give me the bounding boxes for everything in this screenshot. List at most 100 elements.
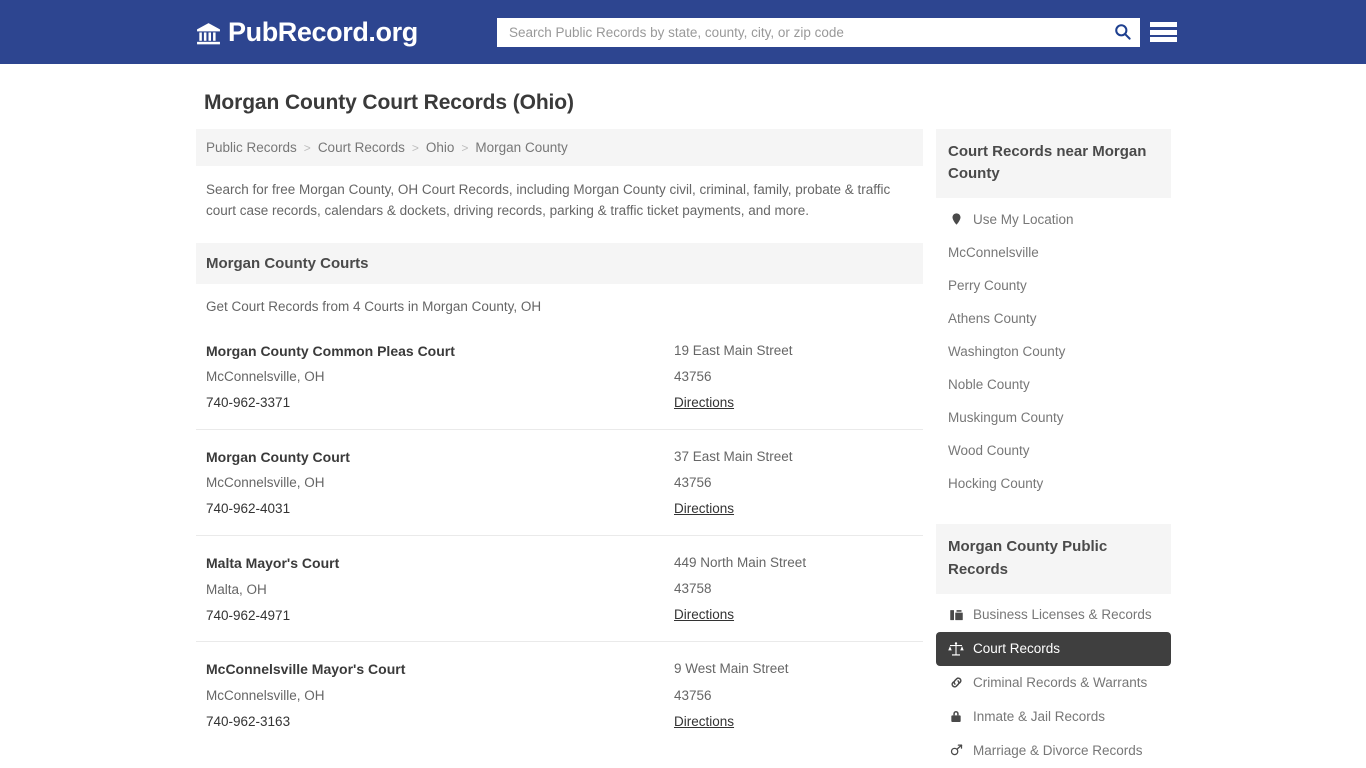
court-phone[interactable]: 740-962-4971 [206,608,290,623]
lock-icon [948,709,964,725]
sidebar-item-label: McConnelsville [948,245,1039,261]
sidebar-item-label: Noble County [948,377,1030,393]
sidebar-item-label: Athens County [948,311,1037,327]
breadcrumb-separator: > [461,140,469,155]
sidebar-item-use-my-location[interactable]: Use My Location [936,202,1171,236]
sidebar-item-inmate-jail-records[interactable]: Inmate & Jail Records [936,700,1171,734]
search-button[interactable] [1104,18,1140,47]
table-row: McConnelsville Mayor's Court McConnelsvi… [196,642,923,747]
court-street: 9 West Main Street [674,661,789,677]
court-city: McConnelsville, OH [206,475,325,491]
court-city: McConnelsville, OH [206,687,325,703]
sidebar-item-wood-county[interactable]: Wood County [936,434,1171,467]
site-logo[interactable]: PubRecord.org [196,16,418,47]
sidebar-item-label: Muskingum County [948,410,1064,426]
sidebar-item-label: Wood County [948,443,1030,459]
sidebar-item-mcconnelsville[interactable]: McConnelsville [936,236,1171,269]
section-heading-courts: Morgan County Courts [196,243,923,285]
court-details: McConnelsville Mayor's Court McConnelsvi… [206,656,674,734]
court-zip: 43756 [674,369,712,385]
directions-link[interactable]: Directions [674,390,734,416]
court-zip: 43758 [674,581,712,597]
court-address: 19 East Main Street 43756 Directions [674,338,913,416]
directions-link[interactable]: Directions [674,602,734,628]
breadcrumb-item-court-records[interactable]: Court Records [318,140,405,155]
breadcrumb-item-public-records[interactable]: Public Records [206,140,297,155]
sidebar-item-court-records[interactable]: Court Records [936,631,1171,666]
court-phone[interactable]: 740-962-3371 [206,395,290,410]
table-row: Malta Mayor's Court Malta, OH 740-962-49… [196,536,923,643]
court-city: Malta, OH [206,581,267,597]
directions-link[interactable]: Directions [674,496,734,522]
sidebar-item-label: Use My Location [973,211,1074,227]
breadcrumb: Public Records > Court Records > Ohio > … [196,129,923,166]
sidebar-item-label: Hocking County [948,476,1044,492]
table-row: Morgan County Court McConnelsville, OH 7… [196,430,923,537]
link-chain-icon [948,675,964,691]
court-zip: 43756 [674,687,712,703]
court-zip: 43756 [674,475,712,491]
court-name: Morgan County Common Pleas Court [206,343,455,360]
sidebar-item-label: Business Licenses & Records [973,607,1152,623]
main-column: Public Records > Court Records > Ohio > … [196,129,923,768]
court-phone[interactable]: 740-962-4031 [206,501,290,516]
sidebar-public-records-list: Business Licenses & Records Court Record… [936,594,1171,768]
breadcrumb-item-morgan-county[interactable]: Morgan County [475,140,567,155]
section-subheading-courts: Get Court Records from 4 Courts in Morga… [206,299,542,315]
court-address: 37 East Main Street 43756 Directions [674,444,913,522]
content-area: Public Records > Court Records > Ohio > … [196,129,1190,768]
court-name: McConnelsville Mayor's Court [206,661,406,678]
sidebar-item-label: Inmate & Jail Records [973,709,1106,725]
court-address: 9 West Main Street 43756 Directions [674,656,913,734]
page-body: Morgan County Court Records (Ohio) Publi… [0,91,1366,768]
sidebar-item-label: Court Records [973,641,1061,657]
search-icon [1113,22,1132,44]
sidebar-item-criminal-records[interactable]: Criminal Records & Warrants [936,666,1171,700]
breadcrumb-item-ohio[interactable]: Ohio [426,140,455,155]
court-name: Malta Mayor's Court [206,555,340,572]
page-title: Morgan County Court Records (Ohio) [204,91,574,114]
page-description: Search for free Morgan County, OH Court … [206,182,891,218]
sidebar: Court Records near Morgan County Use My … [936,129,1171,768]
sidebar-item-business-licenses[interactable]: Business Licenses & Records [936,598,1171,632]
sidebar-nearby-list: Use My Location McConnelsville Perry Cou… [936,198,1171,500]
breadcrumb-separator: > [303,140,311,155]
court-list: Morgan County Common Pleas Court McConne… [196,324,923,748]
search-input[interactable] [497,18,1104,47]
sidebar-item-muskingum-county[interactable]: Muskingum County [936,401,1171,434]
sidebar-item-hocking-county[interactable]: Hocking County [936,467,1171,500]
court-street: 449 North Main Street [674,555,807,571]
sidebar-item-athens-county[interactable]: Athens County [936,302,1171,335]
search-bar [497,18,1140,47]
sidebar-public-records-block: Morgan County Public Records Business Li… [936,524,1171,767]
court-address: 449 North Main Street 43758 Directions [674,550,913,628]
site-header: PubRecord.org [0,0,1366,64]
court-details: Morgan County Court McConnelsville, OH 7… [206,444,674,522]
sidebar-item-marriage-divorce-records[interactable]: Marriage & Divorce Records [936,734,1171,768]
scales-of-justice-icon [948,641,964,657]
sidebar-item-label: Washington County [948,344,1066,360]
sidebar-heading-public-records: Morgan County Public Records [936,524,1171,594]
sidebar-item-perry-county[interactable]: Perry County [936,269,1171,302]
sidebar-item-label: Marriage & Divorce Records [973,743,1143,759]
briefcase-icon [948,607,964,623]
directions-link[interactable]: Directions [674,709,734,735]
court-street: 37 East Main Street [674,449,793,465]
court-phone[interactable]: 740-962-3163 [206,714,290,729]
court-name: Morgan County Court [206,449,350,466]
bank-building-icon [196,21,221,46]
sidebar-item-label: Perry County [948,278,1027,294]
hamburger-menu-icon[interactable] [1150,19,1177,45]
court-details: Malta Mayor's Court Malta, OH 740-962-49… [206,550,674,628]
brand-name: PubRecord.org [228,16,418,47]
sidebar-item-noble-county[interactable]: Noble County [936,368,1171,401]
map-pin-icon [948,211,964,227]
breadcrumb-separator: > [411,140,419,155]
court-city: McConnelsville, OH [206,369,325,385]
sidebar-heading-nearby: Court Records near Morgan County [936,129,1171,199]
court-details: Morgan County Common Pleas Court McConne… [206,338,674,416]
gender-symbols-icon [948,743,964,759]
court-street: 19 East Main Street [674,343,793,359]
sidebar-item-washington-county[interactable]: Washington County [936,335,1171,368]
table-row: Morgan County Common Pleas Court McConne… [196,324,923,431]
